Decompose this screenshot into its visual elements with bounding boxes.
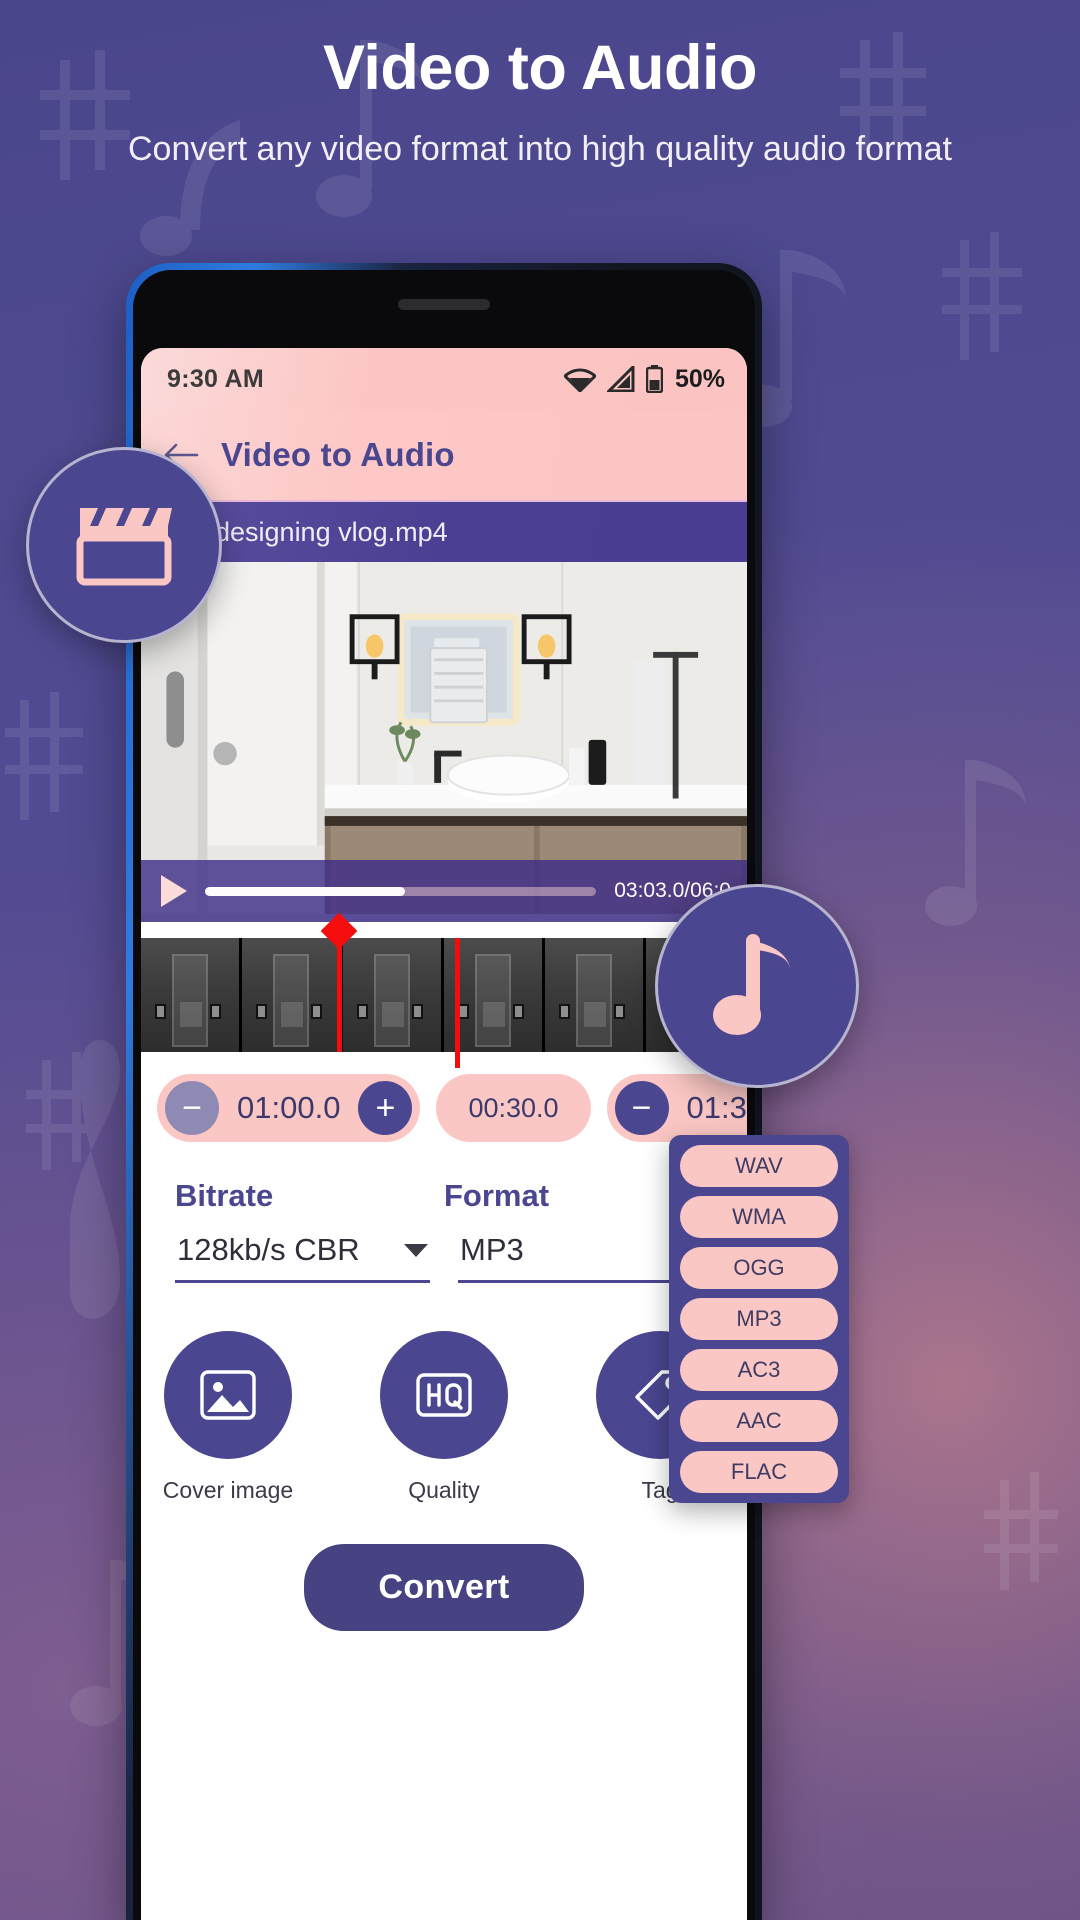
- quality-label: Quality: [408, 1477, 480, 1503]
- status-icons: 50%: [563, 364, 725, 394]
- signal-icon: [606, 366, 635, 392]
- format-option-ogg[interactable]: OGG: [680, 1247, 838, 1289]
- video-player-controls: 03:03.0/06:0: [141, 860, 747, 922]
- format-option-wma[interactable]: WMA: [680, 1196, 838, 1238]
- trim-start-control: − 01:00.0 +: [157, 1074, 421, 1142]
- action-buttons: Cover image Quality Tag: [141, 1331, 747, 1504]
- settings-labels: Bitrate Format: [175, 1178, 713, 1214]
- convert-button[interactable]: Convert: [304, 1544, 584, 1631]
- wifi-icon: [563, 368, 596, 392]
- image-icon: [200, 1370, 256, 1420]
- app-bar-title: Video to Audio: [221, 436, 455, 473]
- format-option-ac3[interactable]: AC3: [680, 1349, 838, 1391]
- format-dropdown-menu[interactable]: WAV WMA OGG MP3 AC3 AAC FLAC: [669, 1135, 849, 1503]
- promo-header: Video to Audio Convert any video format …: [0, 34, 1080, 172]
- promo-title: Video to Audio: [323, 33, 757, 103]
- phone-mockup: 9:30 AM 50% Video to Audio designing vlo…: [126, 263, 762, 1920]
- trim-end-control: − 01:30.0 +: [606, 1074, 747, 1142]
- format-option-wav[interactable]: WAV: [680, 1145, 838, 1187]
- bitrate-value: 128kb/s CBR: [177, 1232, 360, 1267]
- music-note-icon: [713, 934, 791, 1035]
- app-bar: Video to Audio: [141, 410, 747, 500]
- phone-screen: 9:30 AM 50% Video to Audio designing vlo…: [141, 348, 747, 1920]
- video-preview[interactable]: 03:03.0/06:0: [141, 562, 747, 922]
- phone-bezel: 9:30 AM 50% Video to Audio designing vlo…: [133, 270, 755, 1920]
- file-name-text: designing vlog.mp4: [215, 516, 448, 547]
- trim-end-value: 01:30.0: [686, 1090, 747, 1125]
- hq-icon: [416, 1373, 472, 1417]
- battery-icon: [645, 365, 663, 393]
- cover-image-label: Cover image: [162, 1477, 294, 1503]
- convert-button-wrap: Convert: [141, 1544, 747, 1671]
- music-note-badge: [655, 884, 859, 1088]
- trim-start-value: 01:00.0: [237, 1090, 341, 1125]
- phone-speaker: [398, 299, 490, 310]
- promo-subtitle: Convert any video format into high quali…: [127, 130, 952, 169]
- filmstrip-frame: [141, 938, 242, 1052]
- bitrate-select[interactable]: 128kb/s CBR: [175, 1232, 430, 1283]
- trim-start-plus-button[interactable]: +: [358, 1081, 413, 1135]
- trim-duration-display: 00:30.0: [436, 1074, 591, 1142]
- film-clapper-icon: [76, 508, 172, 586]
- filmstrip-frame: [242, 938, 343, 1052]
- film-clapper-badge: [26, 447, 222, 643]
- format-option-aac[interactable]: AAC: [680, 1400, 838, 1442]
- format-value: MP3: [460, 1232, 524, 1267]
- cover-image-action[interactable]: Cover image: [153, 1331, 303, 1504]
- status-bar: 9:30 AM 50%: [141, 348, 747, 410]
- file-name-bar: designing vlog.mp4: [141, 500, 747, 562]
- filmstrip-frame: [343, 938, 444, 1052]
- battery-percent: 50%: [674, 364, 725, 393]
- format-option-flac[interactable]: FLAC: [680, 1451, 838, 1493]
- trim-start-minus-button[interactable]: −: [165, 1081, 219, 1135]
- status-clock: 9:30 AM: [167, 364, 265, 393]
- trim-duration-value: 00:30.0: [468, 1092, 559, 1123]
- seek-bar-fill: [205, 886, 405, 896]
- quality-action[interactable]: Quality: [369, 1331, 519, 1504]
- trim-end-minus-button[interactable]: −: [614, 1081, 669, 1135]
- quality-button[interactable]: [380, 1331, 508, 1459]
- play-icon[interactable]: [161, 875, 187, 907]
- format-option-mp3[interactable]: MP3: [680, 1298, 838, 1340]
- settings-fields: 128kb/s CBR MP3: [175, 1232, 713, 1283]
- bitrate-label: Bitrate: [175, 1178, 274, 1213]
- conversion-settings: Bitrate Format 128kb/s CBR MP3: [141, 1152, 747, 1283]
- seek-bar[interactable]: [205, 886, 597, 896]
- trim-end-marker[interactable]: [455, 938, 460, 1068]
- filmstrip-frame: [545, 938, 646, 1052]
- chevron-down-icon: [404, 1243, 428, 1257]
- cover-image-button[interactable]: [164, 1331, 292, 1459]
- trim-controls: − 01:00.0 + 00:30.0 − 01:30.0 +: [141, 1052, 747, 1152]
